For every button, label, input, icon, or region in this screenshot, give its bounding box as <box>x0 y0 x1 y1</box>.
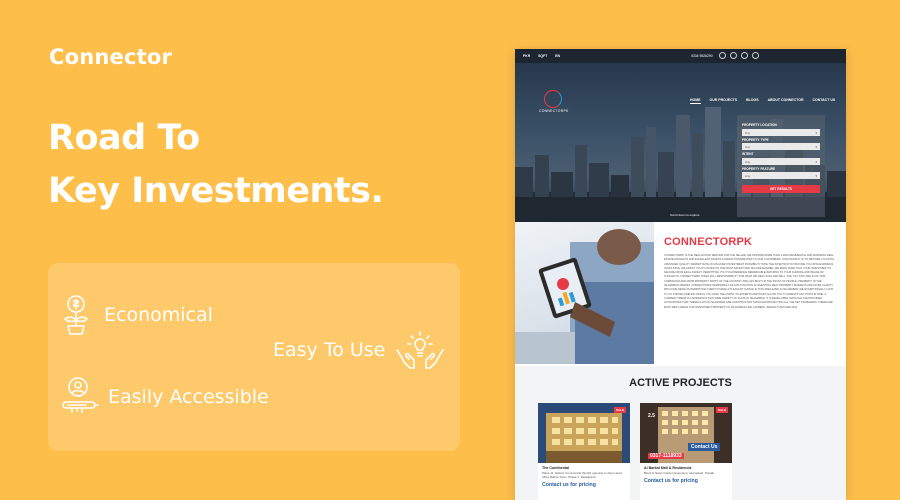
select-value: Any <box>745 159 751 164</box>
property-type-label: PROPERTY TYPE <box>742 137 769 142</box>
property-search-panel: PROPERTY LOCATION Any ▾ PROPERTY TYPE Any… <box>737 115 825 217</box>
money-plant-icon <box>64 295 88 335</box>
feature-label-easily-accessible: Easily Accessible <box>108 386 269 408</box>
chevron-down-icon: ▾ <box>815 130 817 135</box>
select-value: Any <box>745 145 751 149</box>
chevron-down-icon: ▾ <box>815 145 817 149</box>
project-card-continental[interactable]: SALE The Continental Plaza 11, District … <box>538 403 630 500</box>
logo-text: CONNECTORPK <box>539 109 569 113</box>
contact-pricing-link[interactable]: Contact us for pricing <box>640 476 732 486</box>
facebook-icon[interactable] <box>719 52 726 59</box>
project-image-continental: SALE <box>538 403 630 463</box>
investor-tablet-image <box>515 222 654 364</box>
project-name: The Continental <box>542 466 570 470</box>
unit-selector[interactable]: SQFT <box>538 54 547 58</box>
active-projects-title: ACTIVE PROJECTS <box>629 377 732 389</box>
nav-contact-us[interactable]: CONTACT US <box>813 98 836 104</box>
chevron-down-icon: ▾ <box>815 159 817 164</box>
main-nav: HOME OUR PROJECTS BLOGS ABOUT CONNECTOR … <box>690 98 835 104</box>
nav-about-connector[interactable]: ABOUT CONNECTOR <box>768 98 804 104</box>
mock-topbar: PKR SQFT EN 0334 9526290 <box>515 49 846 63</box>
about-section: CONNECTORPK CONNECTORPK IS THE REAL ESTA… <box>515 222 846 366</box>
intent-label: INTENT <box>742 152 754 156</box>
feature-easy-to-use: Easy To Use <box>273 328 447 372</box>
pinterest-icon[interactable] <box>752 52 759 59</box>
feature-label-easy-to-use: Easy To Use <box>273 339 386 361</box>
investor-illustration <box>515 229 654 364</box>
select-value: Any <box>745 130 751 135</box>
project-address: Plaza 11, District Commercial (North) op… <box>542 471 622 479</box>
feature-economical: Economical <box>60 293 213 337</box>
property-location-select[interactable]: Any ▾ <box>742 128 820 136</box>
feature-easily-accessible: Easily Accessible <box>60 375 269 419</box>
hands-lightbulb-icon <box>396 331 445 369</box>
overlay-contact-button[interactable]: Contact Us <box>688 443 721 451</box>
overlay-number: 2.5 <box>648 413 655 419</box>
phone-number: 0334 9526290 <box>691 54 713 58</box>
user-key-icon <box>62 377 99 413</box>
get-results-button[interactable]: GET RESULTS <box>742 185 820 193</box>
headline: Road To Key Investments. <box>48 112 384 218</box>
connectorpk-logo-icon[interactable] <box>544 90 562 108</box>
language-selector[interactable]: EN <box>555 54 560 58</box>
about-body: CONNECTORPK IS THE REAL ESTATE SERVICE F… <box>664 254 835 309</box>
chevron-down-icon: ▾ <box>815 174 817 178</box>
headline-line-2: Key Investments. <box>48 171 384 211</box>
website-mockup: PKR SQFT EN 0334 9526290 CONNECTORPK HOM… <box>515 49 846 500</box>
project-image-al-barkat: SALE 2.5 Contact Us 0317-1118933 <box>640 403 732 463</box>
feature-label-economical: Economical <box>104 304 213 326</box>
about-title: CONNECTORPK <box>664 236 753 248</box>
youtube-icon[interactable] <box>741 52 748 59</box>
overlay-phone: 0317-1118933 <box>648 453 684 459</box>
currency-selector[interactable]: PKR <box>523 54 530 58</box>
nav-blogs[interactable]: BLOGS <box>746 98 758 104</box>
headline-line-1: Road To <box>48 118 200 158</box>
property-feature-select[interactable]: Any ▾ <box>742 172 820 179</box>
property-type-select[interactable]: Any ▾ <box>742 143 820 150</box>
social-links <box>719 52 759 59</box>
instagram-icon[interactable] <box>730 52 737 59</box>
mock-hero: CONNECTORPK HOME OUR PROJECTS BLOGS ABOU… <box>515 63 846 222</box>
active-projects-section: ACTIVE PROJECTS SALE The Continental Pla… <box>515 366 846 500</box>
brand-name: Connector <box>49 45 173 69</box>
nav-our-projects[interactable]: OUR PROJECTS <box>710 98 738 104</box>
sale-badge: SALE <box>715 407 728 413</box>
project-card-al-barkat[interactable]: SALE 2.5 Contact Us 0317-1118933 Al Bark… <box>640 403 732 500</box>
project-name: Al Barkat Mall & Residencia <box>644 466 692 470</box>
scroll-note: Scroll down to explore <box>670 213 700 217</box>
property-location-label: PROPERTY LOCATION <box>742 123 777 127</box>
property-feature-label: PROPERTY FEATURE <box>742 166 776 171</box>
sale-badge: SALE <box>613 407 626 413</box>
contact-pricing-link[interactable]: Contact us for pricing <box>538 480 630 490</box>
nav-home[interactable]: HOME <box>690 98 701 104</box>
intent-select[interactable]: Any ▾ <box>742 157 820 165</box>
select-value: Any <box>745 174 751 178</box>
features-panel: Economical Easy To Use Easily Accessible <box>48 263 460 451</box>
